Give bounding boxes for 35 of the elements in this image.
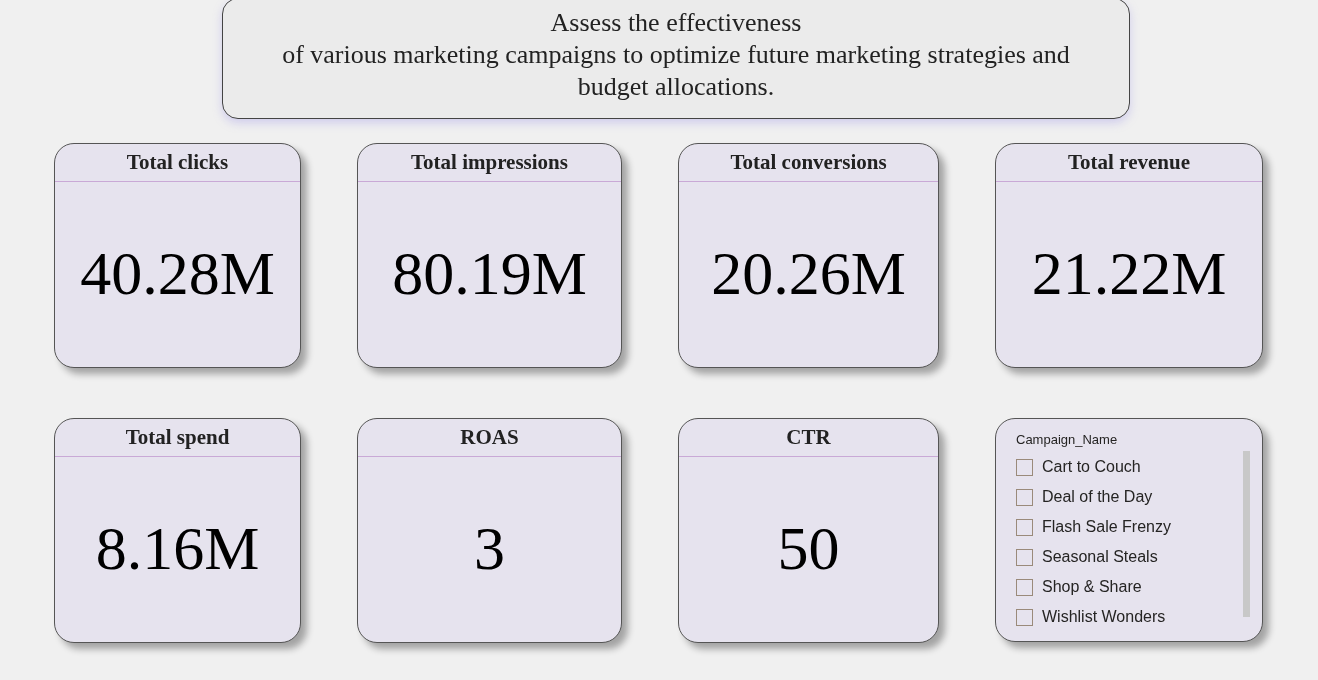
card-value: 20.26M [711, 241, 906, 304]
item-label: Deal of the Day [1042, 489, 1153, 505]
card-title: Total spend [125, 427, 230, 448]
card-value: 40.28M [80, 241, 275, 304]
item-label: Flash Sale Frenzy [1042, 519, 1171, 535]
item-label: Wishlist Wonders [1042, 609, 1166, 625]
checkbox[interactable] [1016, 578, 1033, 596]
card-title: Total conversions [730, 152, 887, 173]
slicer-item[interactable]: Wishlist Wonders [1016, 602, 1166, 632]
card-title: Total impressions [411, 152, 568, 173]
card-value: 3 [474, 516, 505, 579]
checkbox[interactable] [1016, 518, 1033, 536]
card-title: Total revenue [1068, 152, 1190, 173]
checkbox[interactable] [1016, 488, 1033, 506]
slicer-item[interactable]: Flash Sale Frenzy [1016, 512, 1171, 542]
item-label: Shop & Share [1042, 579, 1142, 595]
objective-text: Assess the effectiveness of various marketing campaigns to optimize future marketing strategies and budget allocations. [281, 7, 1071, 103]
card-value: 80.19M [392, 241, 587, 304]
checkbox[interactable] [1016, 608, 1033, 626]
card-value: 21.22M [1031, 241, 1227, 304]
slicer-title: Campaign_Name [1016, 432, 1118, 448]
card-title: Total clicks [126, 152, 229, 173]
slicer-item[interactable]: Shop & Share [1016, 572, 1142, 602]
card-title: CTR [786, 427, 831, 448]
card-title: ROAS [460, 427, 519, 448]
item-label: Cart to Couch [1042, 459, 1141, 475]
checkbox[interactable] [1016, 548, 1033, 566]
slicer-item[interactable]: Cart to Couch [1016, 452, 1141, 482]
item-label: Seasonal Steals [1042, 549, 1158, 565]
slicer-item[interactable]: Seasonal Steals [1016, 542, 1158, 572]
card-value: 50 [777, 516, 840, 579]
card-value: 8.16M [95, 516, 260, 579]
checkbox[interactable] [1016, 458, 1033, 476]
scrollbar[interactable] [1243, 451, 1250, 617]
slicer-item[interactable]: Deal of the Day [1016, 482, 1153, 512]
